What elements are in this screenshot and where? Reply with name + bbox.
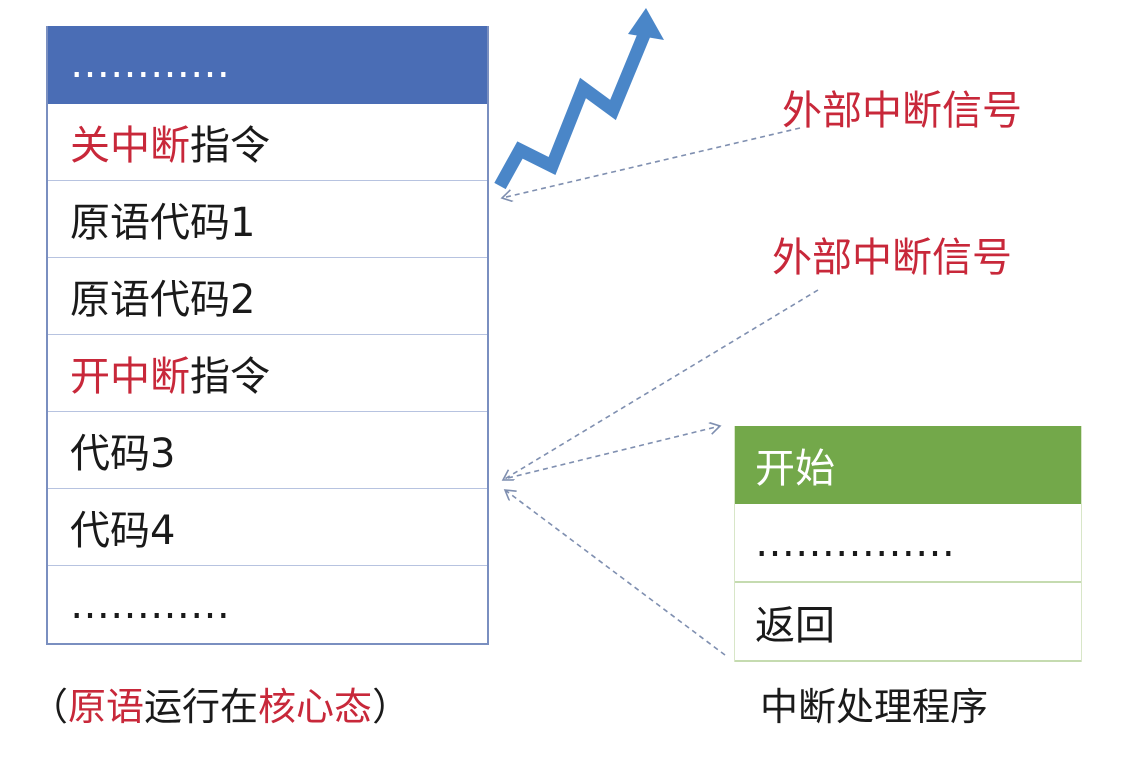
return-from-handler-dashed-arrow bbox=[505, 490, 726, 656]
handler-start-label: 开始 bbox=[755, 446, 835, 492]
external-interrupt-signal-1: 外部中断信号 bbox=[782, 88, 1022, 134]
handler-body-label: …………… bbox=[755, 519, 955, 566]
interrupt-handler-table: 开始 …………… 返回 bbox=[734, 426, 1082, 662]
zigzag-line bbox=[494, 27, 653, 190]
external-interrupt-signal-2: 外部中断信号 bbox=[772, 235, 1012, 281]
interrupt-handler-caption: 中断处理程序 bbox=[760, 685, 989, 729]
jump-to-handler-dashed-arrow bbox=[507, 426, 720, 479]
zigzag-arrowhead bbox=[628, 8, 664, 40]
bounced-signal-arrow bbox=[494, 8, 664, 190]
handler-row-return: 返回 bbox=[735, 583, 1081, 662]
diagram-canvas: ………… 关中断 指令 原语代码1 原语代码2 开中断 指令 代码3 代码4 ………… bbox=[0, 0, 1136, 775]
handler-row-start: 开始 bbox=[735, 426, 1081, 504]
handler-row-body: …………… bbox=[735, 504, 1081, 583]
handler-return-label: 返回 bbox=[755, 602, 835, 649]
